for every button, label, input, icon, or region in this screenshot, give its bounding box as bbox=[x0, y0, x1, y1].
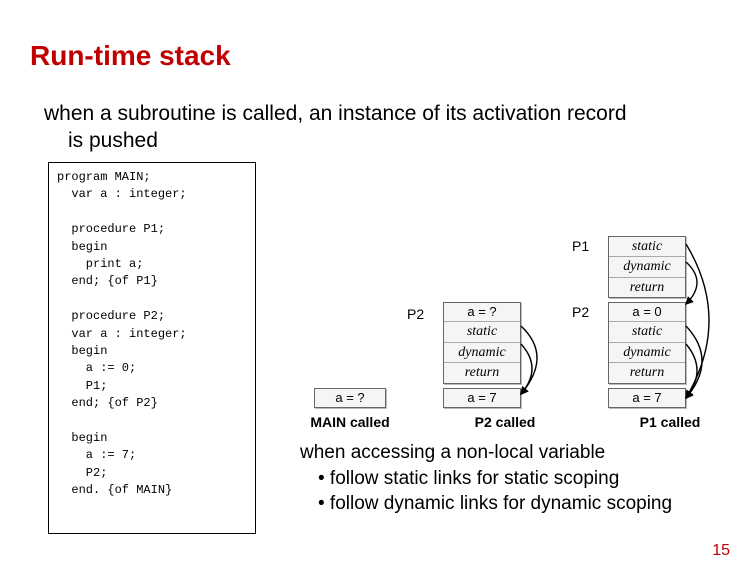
cell-p1-static: static bbox=[609, 237, 685, 258]
intro-line2: is pushed bbox=[44, 127, 704, 154]
frame-p2b: a = 0 static dynamic return bbox=[608, 302, 686, 384]
frame-main-3: a = 7 bbox=[608, 388, 686, 408]
stack-diagrams: a = ? MAIN called P2 a = ? static dynami… bbox=[280, 170, 740, 430]
caption-main: MAIN called bbox=[290, 414, 410, 430]
intro-line1: when a subroutine is called, an instance… bbox=[44, 100, 704, 127]
cell-p1-dynamic: dynamic bbox=[609, 257, 685, 278]
frame-main-2: a = 7 bbox=[443, 388, 521, 408]
caption-p2: P2 called bbox=[435, 414, 575, 430]
cell-p1-return: return bbox=[609, 278, 685, 298]
cell-static: static bbox=[444, 322, 520, 343]
cell-a0: a = 0 bbox=[609, 303, 685, 322]
stack-main-called: a = ? MAIN called bbox=[290, 388, 410, 430]
notes-block: when accessing a non-local variable • fo… bbox=[300, 440, 720, 517]
notes-bullet1: • follow static links for static scoping bbox=[300, 466, 720, 492]
slide-title: Run-time stack bbox=[30, 40, 231, 72]
label-p2b: P2 bbox=[572, 304, 589, 320]
frame-p1: static dynamic return bbox=[608, 236, 686, 299]
cell-a7: a = 7 bbox=[444, 389, 520, 407]
cell-p2b-return: return bbox=[609, 363, 685, 383]
cell-dynamic: dynamic bbox=[444, 343, 520, 364]
label-p2: P2 bbox=[407, 306, 424, 322]
stack-p1-called: P1 P2 static dynamic return a = 0 static… bbox=[600, 236, 740, 431]
cell-p2b-static: static bbox=[609, 322, 685, 343]
intro-text: when a subroutine is called, an instance… bbox=[44, 100, 704, 155]
label-p1: P1 bbox=[572, 238, 589, 254]
cell-a-unknown: a = ? bbox=[315, 389, 385, 407]
cell-return: return bbox=[444, 363, 520, 383]
notes-line1: when accessing a non-local variable bbox=[300, 440, 720, 466]
notes-bullet2: • follow dynamic links for dynamic scopi… bbox=[300, 491, 720, 517]
cell-a7b: a = 7 bbox=[609, 389, 685, 407]
caption-p1: P1 called bbox=[600, 414, 740, 430]
cell-a-q: a = ? bbox=[444, 303, 520, 322]
stack-p2-called: P2 a = ? static dynamic return a = 7 P2 … bbox=[435, 302, 575, 430]
frame-p2: a = ? static dynamic return bbox=[443, 302, 521, 384]
code-listing: program MAIN; var a : integer; procedure… bbox=[48, 162, 256, 534]
frame-main-1: a = ? bbox=[314, 388, 386, 408]
cell-p2b-dynamic: dynamic bbox=[609, 343, 685, 364]
slide-number: 15 bbox=[712, 542, 730, 560]
